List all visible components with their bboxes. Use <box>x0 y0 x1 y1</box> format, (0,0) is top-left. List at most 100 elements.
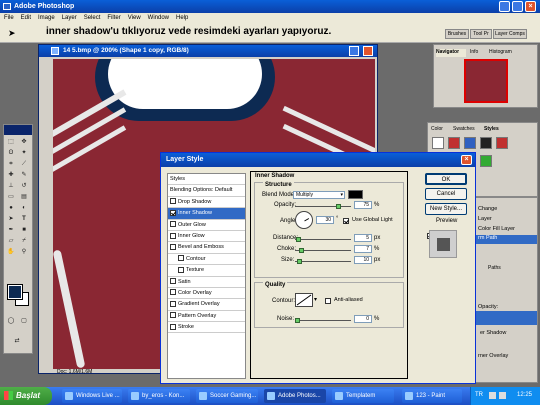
quick-mask-icon[interactable]: ◯ <box>7 317 15 325</box>
tab-histogram[interactable]: Histogram <box>489 49 519 57</box>
healing-tool-icon[interactable]: ✚ <box>7 171 15 179</box>
style-checkbox[interactable] <box>170 232 176 239</box>
eraser-tool-icon[interactable]: ▭ <box>7 193 15 201</box>
style-checkbox[interactable] <box>170 312 176 319</box>
size-slider-knob[interactable] <box>297 259 302 264</box>
tab-navigator[interactable]: Navigator <box>436 49 466 57</box>
path-select-tool-icon[interactable]: ➤ <box>8 28 16 39</box>
tray-icon[interactable] <box>499 392 506 399</box>
document-minimize-button[interactable] <box>349 46 359 56</box>
magic-wand-tool-icon[interactable]: ✦ <box>20 149 28 157</box>
style-option-gradient-overlay[interactable]: Gradient Overlay <box>168 299 245 311</box>
opacity-field[interactable]: 75 <box>354 201 372 209</box>
style-checkbox[interactable] <box>178 266 184 273</box>
pen-tool-icon[interactable]: ✒ <box>7 226 15 234</box>
document-title-bar[interactable]: 14 5.bmp @ 200% (Shape 1 copy, RGB/8) <box>39 45 377 57</box>
layers-item[interactable]: Color Fill Layer <box>478 226 515 232</box>
tab-layer-comps[interactable]: Layer Comps <box>493 29 527 39</box>
close-button[interactable]: × <box>525 1 536 12</box>
menu-layer[interactable]: Layer <box>62 15 77 21</box>
style-option-texture[interactable]: Texture <box>168 265 245 277</box>
use-global-light-checkbox[interactable] <box>343 218 349 224</box>
taskbar-item[interactable]: Windows Live ... <box>62 389 122 403</box>
style-option-contour[interactable]: Contour <box>168 254 245 266</box>
chevron-down-icon[interactable]: ▾ <box>314 296 317 303</box>
cancel-button[interactable]: Cancel <box>425 188 467 200</box>
noise-slider[interactable] <box>295 318 351 323</box>
menu-filter[interactable]: Filter <box>107 15 120 21</box>
dodge-tool-icon[interactable]: ◐ <box>20 204 28 212</box>
styles-list-header[interactable]: Styles <box>168 174 245 186</box>
layers-item[interactable]: Change <box>478 206 497 212</box>
marquee-tool-icon[interactable]: ⬚ <box>7 138 15 146</box>
shape-tool-icon[interactable]: ■ <box>20 226 28 234</box>
history-brush-tool-icon[interactable]: ↺ <box>20 182 28 190</box>
noise-slider-knob[interactable] <box>295 318 300 323</box>
slice-tool-icon[interactable]: ⟋ <box>20 160 28 168</box>
stamp-tool-icon[interactable]: ⊥ <box>7 182 15 190</box>
style-checkbox[interactable] <box>170 323 176 330</box>
style-option-blending-options-default[interactable]: Blending Options: Default <box>168 185 245 197</box>
style-swatch[interactable] <box>480 155 492 167</box>
move-tool-icon[interactable]: ✥ <box>20 138 28 146</box>
style-option-outer-glow[interactable]: Outer Glow <box>168 220 245 231</box>
foreground-color-swatch[interactable] <box>7 284 23 300</box>
tray-icon[interactable] <box>489 392 496 399</box>
tab-info[interactable]: Info <box>470 49 486 57</box>
style-swatch[interactable] <box>432 137 444 149</box>
navigator-thumbnail[interactable] <box>464 59 508 103</box>
style-option-stroke[interactable]: Stroke <box>168 322 245 334</box>
style-option-drop-shadow[interactable]: Drop Shadow <box>168 197 245 209</box>
taskbar-item[interactable]: by_eros - Kon... <box>128 389 190 403</box>
style-option-color-overlay[interactable]: Color Overlay <box>168 288 245 300</box>
distance-field[interactable]: 5 <box>354 234 372 242</box>
style-option-inner-glow[interactable]: Inner Glow <box>168 231 245 243</box>
style-checkbox[interactable] <box>170 209 176 216</box>
tab-brushes[interactable]: Brushes <box>445 29 469 39</box>
size-slider[interactable] <box>295 259 351 264</box>
path-selection-tool-icon[interactable]: ➤ <box>7 215 15 223</box>
new-style-button[interactable]: New Style... <box>425 203 467 215</box>
anti-aliased-checkbox[interactable] <box>325 298 331 304</box>
tab-swatches[interactable]: Swatches <box>453 126 475 132</box>
style-checkbox[interactable] <box>170 300 176 307</box>
zoom-tool-icon[interactable]: ⚲ <box>20 248 28 256</box>
style-swatch[interactable] <box>464 137 476 149</box>
crop-tool-icon[interactable]: ⌗ <box>7 160 15 168</box>
taskbar-item[interactable]: 123 - Paint <box>402 389 462 403</box>
style-swatch[interactable] <box>496 137 508 149</box>
document-close-button[interactable] <box>363 46 373 56</box>
distance-slider-knob[interactable] <box>296 237 301 242</box>
size-field[interactable]: 10 <box>354 256 372 264</box>
style-option-bevel-and-emboss[interactable]: Bevel and Emboss <box>168 242 245 254</box>
opacity-slider[interactable] <box>295 204 351 209</box>
layer-effect-item[interactable]: rner Overlay <box>478 353 508 359</box>
blend-mode-select[interactable]: Multiply ▾ <box>293 191 345 199</box>
brush-tool-icon[interactable]: ✎ <box>20 171 28 179</box>
style-checkbox[interactable] <box>170 278 176 285</box>
eyedropper-tool-icon[interactable]: ⌿ <box>20 237 28 245</box>
choke-field[interactable]: 7 <box>354 245 372 253</box>
menu-image[interactable]: Image <box>38 15 55 21</box>
hand-tool-icon[interactable]: ✋ <box>7 248 15 256</box>
style-checkbox[interactable] <box>170 221 176 228</box>
menu-window[interactable]: Window <box>148 15 169 21</box>
menu-help[interactable]: Help <box>176 15 188 21</box>
taskbar-item-active[interactable]: Adobe Photos... <box>264 389 326 403</box>
contour-picker[interactable] <box>295 293 313 307</box>
layer-row-selected[interactable] <box>476 311 537 325</box>
screen-mode-icon[interactable]: ▢ <box>20 317 28 325</box>
minimize-button[interactable] <box>499 1 510 12</box>
style-swatch[interactable] <box>480 137 492 149</box>
menu-select[interactable]: Select <box>84 15 101 21</box>
menu-view[interactable]: View <box>128 15 141 21</box>
lasso-tool-icon[interactable]: ʘ <box>7 149 15 157</box>
ok-button[interactable]: OK <box>425 173 467 185</box>
dialog-close-button[interactable]: × <box>461 155 472 165</box>
angle-dial[interactable] <box>295 211 313 229</box>
blur-tool-icon[interactable]: ● <box>7 204 15 212</box>
tab-tool-presets[interactable]: Tool Pr <box>470 29 492 39</box>
dialog-title-bar[interactable]: Layer Style × <box>161 153 475 167</box>
notes-tool-icon[interactable]: ▱ <box>7 237 15 245</box>
gradient-tool-icon[interactable]: ▤ <box>20 193 28 201</box>
